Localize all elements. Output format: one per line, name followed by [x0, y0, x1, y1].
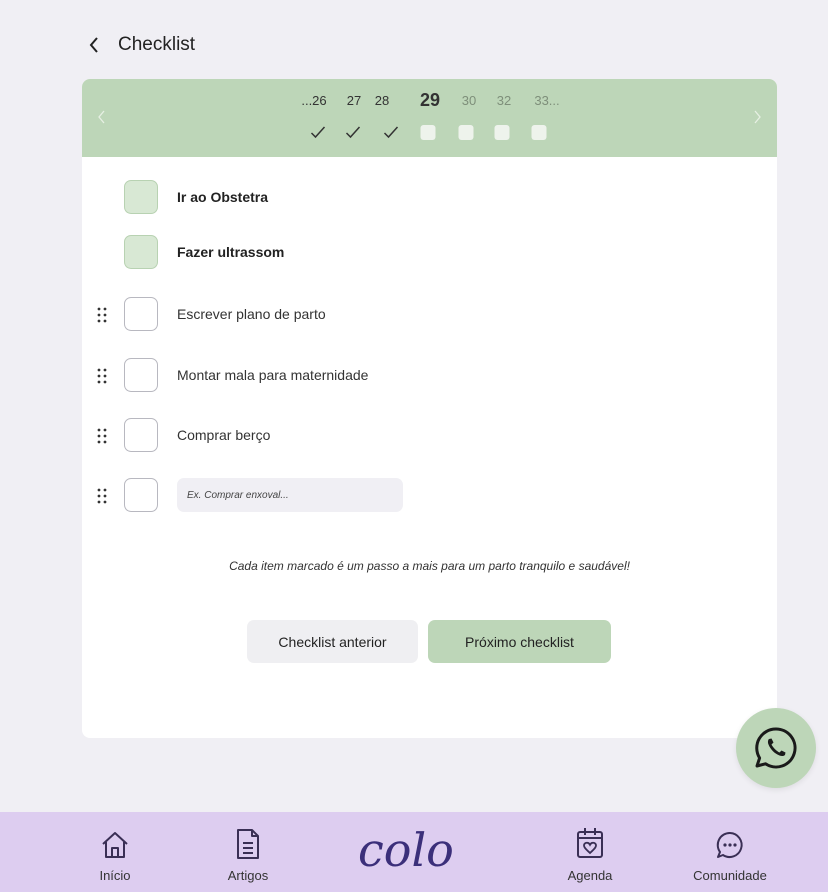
item-label: Escrever plano de parto [177, 306, 326, 322]
checklist-item: Montar mala para maternidade [82, 356, 777, 396]
checklist-item: Escrever plano de parto [82, 295, 777, 335]
whatsapp-button[interactable] [736, 708, 816, 788]
nav-label: Comunidade [693, 868, 767, 883]
week-label[interactable]: 28 [375, 93, 389, 108]
whatsapp-icon [755, 727, 797, 769]
week-label[interactable]: ...26 [301, 93, 326, 108]
week-selector: ...26 27 28 29 30 32 33... [82, 79, 777, 157]
checklist-item: Ir ao Obstetra [82, 178, 777, 218]
week-label[interactable]: 33... [534, 93, 559, 108]
item-checkbox[interactable] [124, 358, 158, 392]
item-label: Montar mala para maternidade [177, 367, 369, 383]
week-label[interactable]: 32 [497, 93, 511, 108]
drag-handle-icon[interactable] [96, 427, 108, 445]
drag-handle-icon[interactable] [96, 367, 108, 385]
new-item-row [82, 476, 777, 516]
bottom-navigation: Início Artigos colo Agenda Comunidade [0, 812, 828, 892]
nav-label: Agenda [567, 868, 613, 883]
chevron-left-icon [89, 37, 98, 53]
new-item-input[interactable] [177, 478, 403, 512]
check-icon [310, 126, 326, 139]
document-icon [237, 829, 259, 859]
checklist-card: ...26 27 28 29 30 32 33... Ir ao Obstetr… [82, 79, 777, 738]
page-title: Checklist [118, 34, 196, 55]
item-label: Comprar berço [177, 427, 271, 443]
week-label[interactable]: 27 [347, 93, 361, 108]
previous-checklist-button[interactable]: Checklist anterior [247, 620, 418, 663]
nav-item-inicio[interactable]: Início [90, 812, 140, 892]
week-status-box [531, 125, 547, 140]
week-label-current[interactable]: 29 [420, 90, 440, 111]
item-checkbox[interactable] [124, 297, 158, 331]
nav-item-agenda[interactable]: Agenda [560, 812, 620, 892]
item-checkbox[interactable] [124, 418, 158, 452]
item-checkbox-checked[interactable] [124, 180, 158, 214]
nav-label: Artigos [227, 868, 269, 883]
item-label: Ir ao Obstetra [177, 189, 269, 205]
logo-text: colo [358, 823, 454, 877]
check-icon [383, 126, 399, 139]
drag-handle-icon[interactable] [96, 306, 108, 324]
nav-label: Início [99, 868, 131, 883]
week-status-checkmark [345, 125, 361, 140]
checklist-item: Fazer ultrassom [82, 233, 777, 273]
home-icon [102, 832, 128, 858]
week-label[interactable]: 30 [462, 93, 476, 108]
week-status-box [494, 125, 510, 140]
week-status-box [458, 125, 474, 140]
checklist-item: Comprar berço [82, 416, 777, 456]
chat-bubble-icon [716, 831, 743, 858]
week-status-checkmark [383, 125, 399, 140]
week-status-checkmark [310, 125, 326, 140]
week-status-box [420, 125, 436, 140]
back-button[interactable] [84, 33, 104, 57]
nav-item-comunidade[interactable]: Comunidade [680, 812, 780, 892]
header: Checklist [84, 30, 195, 60]
drag-handle-icon[interactable] [96, 487, 108, 505]
colo-logo: colo [358, 823, 454, 877]
check-icon [345, 126, 361, 139]
item-label: Fazer ultrassom [177, 244, 285, 260]
item-checkbox[interactable] [124, 478, 158, 512]
next-checklist-button[interactable]: Próximo checklist [428, 620, 611, 663]
nav-item-artigos[interactable]: Artigos [218, 812, 278, 892]
calendar-heart-icon [577, 828, 603, 858]
item-checkbox-checked[interactable] [124, 235, 158, 269]
motivation-text: Cada item marcado é um passo a mais para… [229, 559, 630, 573]
